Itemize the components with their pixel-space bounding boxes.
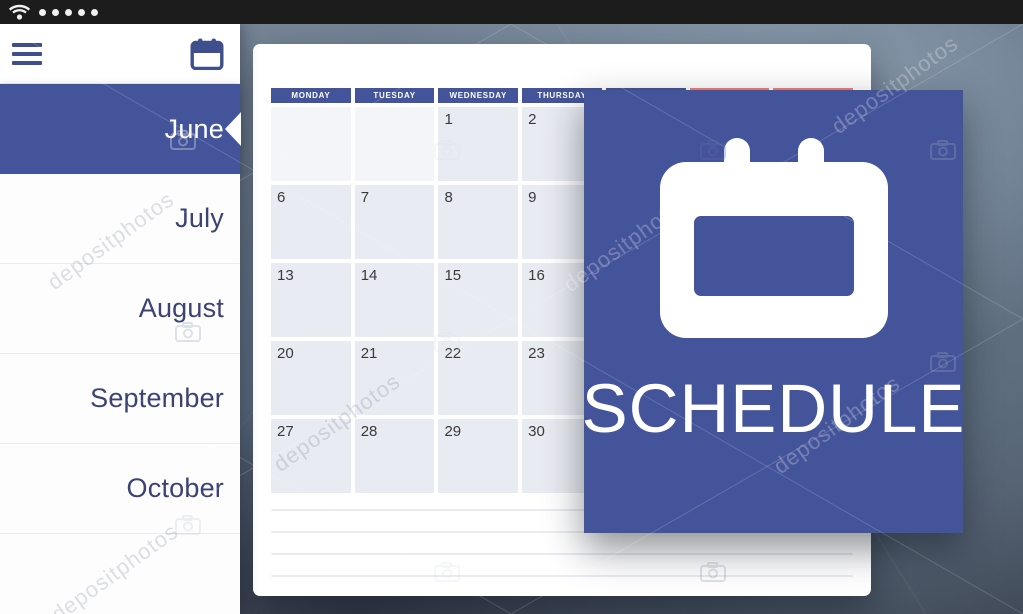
wifi-icon xyxy=(9,4,30,20)
status-dots xyxy=(39,8,98,16)
month-label: July xyxy=(175,203,224,233)
selection-arrow-icon xyxy=(225,112,241,146)
status-bar xyxy=(0,0,1023,24)
hamburger-menu-icon[interactable] xyxy=(12,42,42,65)
day-cell[interactable]: 8 xyxy=(438,185,519,259)
status-dot xyxy=(65,8,72,16)
day-cell[interactable] xyxy=(354,107,435,181)
schedule-title: SCHEDULE xyxy=(581,370,966,447)
calendar-icon xyxy=(656,134,892,352)
sidebar-item-october[interactable]: October xyxy=(0,444,240,534)
status-dot xyxy=(78,8,85,16)
calendar-icon[interactable] xyxy=(190,38,224,70)
sidebar-item-july[interactable]: July xyxy=(0,174,240,264)
sidebar-item-september[interactable]: September xyxy=(0,354,240,444)
month-label: October xyxy=(126,473,224,503)
hamburger-bar xyxy=(12,60,42,65)
day-cell[interactable]: 7 xyxy=(354,185,435,259)
day-cell[interactable]: 28 xyxy=(354,419,435,493)
month-label: September xyxy=(90,383,224,413)
app-bar xyxy=(0,24,240,84)
note-line xyxy=(271,575,853,577)
day-cell[interactable]: 21 xyxy=(354,341,435,415)
note-line xyxy=(271,553,853,555)
month-label: June xyxy=(164,113,224,144)
day-cell[interactable]: 22 xyxy=(438,341,519,415)
hamburger-bar xyxy=(12,51,42,56)
status-dot xyxy=(39,8,46,16)
day-cell[interactable]: 15 xyxy=(438,263,519,337)
day-header-wednesday: WEDNESDAY xyxy=(438,88,519,103)
hamburger-bar xyxy=(12,42,42,47)
status-dot xyxy=(52,8,59,16)
day-cell[interactable]: 20 xyxy=(271,341,351,415)
screen: June July August September October MONDA… xyxy=(0,0,1023,614)
month-label: August xyxy=(138,293,224,323)
day-header-monday: MONDAY xyxy=(271,88,351,103)
day-cell[interactable] xyxy=(271,107,351,181)
month-list: June July August September October xyxy=(0,84,241,534)
schedule-card: SCHEDULE xyxy=(581,90,966,533)
status-dot xyxy=(91,8,98,16)
day-cell[interactable]: 6 xyxy=(271,185,351,259)
day-header-tuesday: TUESDAY xyxy=(354,88,435,103)
day-cell[interactable]: 29 xyxy=(438,419,519,493)
sidebar: June July August September October xyxy=(0,24,241,614)
day-cell[interactable]: 1 xyxy=(438,107,519,181)
day-cell[interactable]: 14 xyxy=(354,263,435,337)
day-cell[interactable]: 13 xyxy=(271,263,351,337)
day-cell[interactable]: 27 xyxy=(271,419,351,493)
sidebar-item-june[interactable]: June xyxy=(0,84,241,174)
sidebar-item-august[interactable]: August xyxy=(0,264,240,354)
